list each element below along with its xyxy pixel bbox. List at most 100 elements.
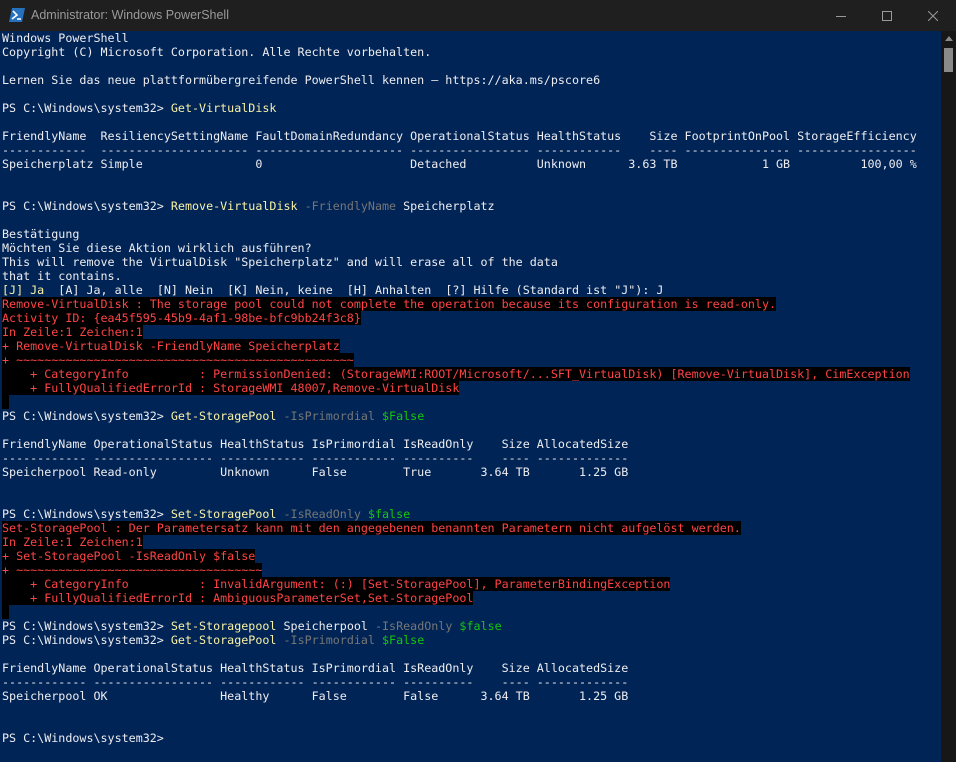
output-text: Speicherpool Read-only Unknown False Tru… <box>2 465 629 479</box>
command-text: Set-StoragePool <box>170 507 277 521</box>
error-text: In Zeile:1 Zeichen:1 <box>2 535 143 549</box>
prompt-text: PS C:\Windows\system32> <box>2 101 171 115</box>
prompt-text: PS C:\Windows\system32> <box>2 409 171 423</box>
error-line: + FullyQualifiedErrorId : AmbiguousParam… <box>2 591 474 605</box>
console-line: [J] Ja [A] Ja, alle [N] Nein [K] Nein, k… <box>2 283 663 297</box>
output-text: that it contains. <box>2 269 122 283</box>
parameter-text: -FriendlyName <box>297 199 397 213</box>
error-line: Remove-VirtualDisk : The storage pool co… <box>2 297 777 311</box>
variable-text: $False <box>374 409 425 423</box>
console-output[interactable]: Windows PowerShell Copyright (C) Microsof… <box>0 31 941 762</box>
console-line: Möchten Sie diese Aktion wirklich ausfüh… <box>2 241 312 255</box>
command-text: Get-VirtualDisk <box>170 101 277 115</box>
console-line: PS C:\Windows\system32> Get-VirtualDisk <box>2 101 276 115</box>
console-line: FriendlyName OperationalStatus HealthSta… <box>2 437 628 451</box>
prompt-text: PS C:\Windows\system32> <box>2 633 171 647</box>
output-text: [A] Ja, alle [N] Nein [K] Nein, keine [H… <box>44 283 664 297</box>
error-text: + FullyQualifiedErrorId : StorageWMI 480… <box>2 381 460 395</box>
console-line: that it contains. <box>2 269 122 283</box>
maximize-icon <box>882 10 892 21</box>
command-text: Get-StoragePool <box>170 633 277 647</box>
command-text: Remove-VirtualDisk <box>170 199 298 213</box>
console-line: PS C:\Windows\system32> Set-Storagepool … <box>2 619 502 633</box>
error-text: + Remove-VirtualDisk -FriendlyName Speic… <box>2 339 340 353</box>
title-bar[interactable]: Administrator: Windows PowerShell <box>0 0 956 31</box>
console-line: ------------ ----------------- ---------… <box>2 451 628 465</box>
error-line: + ~~~~~~~~~~~~~~~~~~~~~~~~~~~~~~~~~~~~~~… <box>2 353 354 367</box>
error-line: Set-StoragePool : Der Parametersatz kann… <box>2 521 741 535</box>
output-text: FriendlyName ResiliencySettingName Fault… <box>2 129 917 143</box>
error-text: + ~~~~~~~~~~~~~~~~~~~~~~~~~~~~~~~~~~~~~~… <box>2 353 354 367</box>
variable-text: $False <box>374 633 425 647</box>
error-line: + Remove-VirtualDisk -FriendlyName Speic… <box>2 339 340 353</box>
error-text: + CategoryInfo : InvalidArgument: (:) [S… <box>2 577 671 591</box>
output-text: FriendlyName OperationalStatus HealthSta… <box>2 661 629 675</box>
window-title: Administrator: Windows PowerShell <box>31 8 229 22</box>
error-text: + FullyQualifiedErrorId : AmbiguousParam… <box>2 591 474 605</box>
output-text: Speicherplatz <box>396 199 495 213</box>
error-line: + CategoryInfo : InvalidArgument: (:) [S… <box>2 577 671 591</box>
output-text: Bestätigung <box>2 227 80 241</box>
prompt-text: PS C:\Windows\system32> <box>2 619 171 633</box>
minimize-icon <box>836 15 846 17</box>
vertical-scrollbar[interactable] <box>941 31 956 762</box>
error-text: Activity ID: {ea45f595-45b9-4af1-98be-bf… <box>2 311 361 325</box>
error-text <box>2 395 10 409</box>
variable-text: $false <box>360 507 411 521</box>
maximize-button[interactable] <box>864 0 910 31</box>
error-line <box>2 395 10 409</box>
output-text: Möchten Sie diese Aktion wirklich ausfüh… <box>2 241 312 255</box>
minimize-button[interactable] <box>818 0 864 31</box>
error-text: In Zeile:1 Zeichen:1 <box>2 325 143 339</box>
output-text: This will remove the VirtualDisk "Speich… <box>2 255 558 269</box>
console-line: Lernen Sie das neue plattformübergreifen… <box>2 73 600 87</box>
console-line: PS C:\Windows\system32> Set-StoragePool … <box>2 507 410 521</box>
output-text: ------------ ----------------- ---------… <box>2 675 629 689</box>
parameter-text: -IsPrimordial <box>276 409 375 423</box>
command-text: [J] Ja <box>2 283 45 297</box>
console-line: FriendlyName OperationalStatus HealthSta… <box>2 661 628 675</box>
error-text <box>2 605 10 619</box>
error-text: + ~~~~~~~~~~~~~~~~~~~~~~~~~~~~~~~~~~~ <box>2 563 263 577</box>
console-line: ------------ ----------------- ---------… <box>2 675 628 689</box>
parameter-text: -IsReadOnly <box>276 507 361 521</box>
console-line: Windows PowerShell <box>2 31 129 45</box>
console-line: PS C:\Windows\system32> Remove-VirtualDi… <box>2 199 495 213</box>
close-button[interactable] <box>910 0 956 31</box>
output-text: Speicherplatz Simple 0 Detached Unknown … <box>2 157 917 171</box>
console-line: This will remove the VirtualDisk "Speich… <box>2 255 558 269</box>
console-line: Speicherpool OK Healthy False False 3.64… <box>2 689 628 703</box>
command-text: Set-Storagepool <box>170 619 277 633</box>
console-line: PS C:\Windows\system32> Get-StoragePool … <box>2 409 424 423</box>
error-line <box>2 605 10 619</box>
console-line: PS C:\Windows\system32> Get-StoragePool … <box>2 633 424 647</box>
error-text: Remove-VirtualDisk : The storage pool co… <box>2 297 777 311</box>
output-text: ------------ --------------------- -----… <box>2 143 917 157</box>
error-line: + CategoryInfo : PermissionDenied: (Stor… <box>2 367 910 381</box>
error-text: Set-StoragePool : Der Parametersatz kann… <box>2 521 741 535</box>
error-line: In Zeile:1 Zeichen:1 <box>2 535 143 549</box>
output-text: Speicherpool <box>276 619 368 633</box>
console-line: PS C:\Windows\system32> <box>2 731 164 745</box>
output-text: Windows PowerShell <box>2 31 129 45</box>
console-line: Speicherplatz Simple 0 Detached Unknown … <box>2 157 917 171</box>
error-line: In Zeile:1 Zeichen:1 <box>2 325 143 339</box>
powershell-icon <box>9 8 25 22</box>
error-line: Activity ID: {ea45f595-45b9-4af1-98be-bf… <box>2 311 361 325</box>
prompt-text: PS C:\Windows\system32> <box>2 507 171 521</box>
error-line: + ~~~~~~~~~~~~~~~~~~~~~~~~~~~~~~~~~~~ <box>2 563 263 577</box>
console-line: Bestätigung <box>2 227 79 241</box>
parameter-text: -IsReadOnly <box>367 619 453 633</box>
output-text: Speicherpool OK Healthy False False 3.64… <box>2 689 629 703</box>
error-line: + Set-StoragePool -IsReadOnly $false <box>2 549 256 563</box>
close-icon <box>928 10 938 21</box>
error-text: + Set-StoragePool -IsReadOnly $false <box>2 549 256 563</box>
console-line: ------------ --------------------- -----… <box>2 143 917 157</box>
variable-text: $false <box>452 619 502 633</box>
error-text: + CategoryInfo : PermissionDenied: (Stor… <box>2 367 910 381</box>
prompt-text: PS C:\Windows\system32> <box>2 731 164 745</box>
console-line: Copyright (C) Microsoft Corporation. All… <box>2 45 431 59</box>
scrollbar-thumb[interactable] <box>944 48 953 72</box>
scroll-up-arrow-icon[interactable] <box>945 36 953 41</box>
output-text: Lernen Sie das neue plattformübergreifen… <box>2 73 601 87</box>
